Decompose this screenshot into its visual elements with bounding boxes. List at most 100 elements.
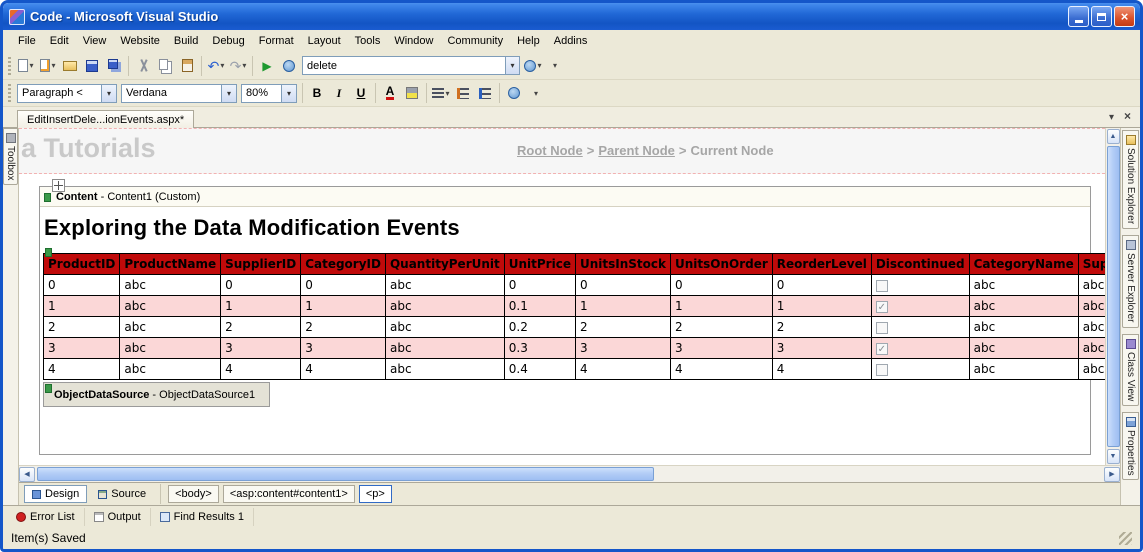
dropdown-icon[interactable]: ▾ <box>51 61 55 70</box>
font-size-value: 80% <box>242 87 281 99</box>
grid-cell: abc <box>1078 275 1105 296</box>
tag-aspcontent-chip[interactable]: <asp:content#content1> <box>223 485 355 503</box>
dropdown-icon[interactable]: ▾ <box>29 61 33 70</box>
find-options-button[interactable]: ▾ <box>522 55 544 77</box>
highlight-button[interactable] <box>401 82 423 104</box>
new-item-button[interactable]: ▾ <box>15 55 37 77</box>
minimize-button[interactable] <box>1068 6 1089 27</box>
align-button[interactable]: ▾ <box>430 82 452 104</box>
italic-button[interactable]: I <box>328 82 350 104</box>
vertical-scroll-thumb[interactable] <box>1107 146 1120 447</box>
menu-item-build[interactable]: Build <box>167 32 205 50</box>
menu-item-format[interactable]: Format <box>252 32 301 50</box>
menu-item-view[interactable]: View <box>76 32 114 50</box>
scroll-up-button[interactable]: ▲ <box>1107 129 1120 144</box>
paste-button[interactable] <box>176 55 198 77</box>
copy-button[interactable] <box>154 55 176 77</box>
side-tab-properties[interactable]: Properties <box>1122 412 1139 481</box>
horizontal-scroll-thumb[interactable] <box>37 467 654 481</box>
content-placeholder[interactable]: Content - Content1 (Custom) Exploring th… <box>39 186 1091 455</box>
bold-button[interactable]: B <box>306 82 328 104</box>
scroll-down-button[interactable]: ▼ <box>1107 449 1120 464</box>
toolbar-gripper[interactable] <box>8 84 11 102</box>
font-name-combo[interactable]: Verdana ▾ <box>121 84 237 103</box>
toolbar-options-button[interactable]: ▾ <box>525 82 547 104</box>
find-combo-dropdown-icon[interactable]: ▾ <box>505 57 519 74</box>
undo-button[interactable]: ↶▾ <box>205 55 227 77</box>
design-view-tab[interactable]: Design <box>24 485 87 503</box>
panel-tab-output[interactable]: Output <box>85 508 151 526</box>
redo-button[interactable]: ↷▾ <box>227 55 249 77</box>
panel-tab-error-list[interactable]: Error List <box>7 508 85 526</box>
view-in-browser-button[interactable] <box>278 55 300 77</box>
content-placeholder-header[interactable]: Content - Content1 (Custom) <box>40 187 1090 207</box>
document-list-dropdown-button[interactable]: ▾ <box>1104 110 1119 125</box>
toolbar-separator <box>128 56 129 76</box>
dropdown-icon[interactable]: ▾ <box>220 61 224 70</box>
horizontal-scrollbar[interactable]: ◀ ▶ <box>19 465 1120 482</box>
menu-item-file[interactable]: File <box>11 32 43 50</box>
checkbox-unchecked-icon[interactable] <box>876 364 888 376</box>
block-format-dropdown-icon[interactable]: ▾ <box>101 85 116 102</box>
toolbar-gripper[interactable] <box>8 57 11 75</box>
start-debugging-button[interactable]: ▶ <box>256 55 278 77</box>
toolbar-options-button[interactable]: ▾ <box>544 55 566 77</box>
checkbox-unchecked-icon[interactable] <box>876 322 888 334</box>
menu-item-help[interactable]: Help <box>510 32 547 50</box>
scroll-left-button[interactable]: ◀ <box>19 467 35 482</box>
menu-item-window[interactable]: Window <box>387 32 440 50</box>
design-surface[interactable]: a Tutorials Root Node>Parent Node>Curren… <box>19 128 1105 465</box>
side-tab-server-explorer[interactable]: Server Explorer <box>1122 235 1139 327</box>
breadcrumb-parent-link[interactable]: Parent Node <box>598 143 675 158</box>
menu-item-community[interactable]: Community <box>440 32 510 50</box>
menu-item-layout[interactable]: Layout <box>301 32 348 50</box>
dropdown-icon[interactable]: ▾ <box>445 89 449 98</box>
open-file-button[interactable] <box>59 55 81 77</box>
dropdown-icon[interactable]: ▾ <box>537 61 541 70</box>
vertical-scrollbar[interactable]: ▲ ▼ <box>1105 128 1120 465</box>
hyperlink-button[interactable] <box>503 82 525 104</box>
add-item-button[interactable]: ▾ <box>37 55 59 77</box>
tag-body-chip[interactable]: <body> <box>168 485 219 503</box>
close-button[interactable]: × <box>1114 6 1135 27</box>
checkbox-checked-icon[interactable]: ✓ <box>876 301 888 313</box>
underline-button[interactable]: U <box>350 82 372 104</box>
document-tab[interactable]: EditInsertDele...ionEvents.aspx* <box>17 110 194 128</box>
tag-p-chip[interactable]: <p> <box>359 485 392 503</box>
menu-item-tools[interactable]: Tools <box>348 32 388 50</box>
save-all-button[interactable] <box>103 55 125 77</box>
save-button[interactable] <box>81 55 103 77</box>
toolbox-tab[interactable]: Toolbox <box>3 128 18 185</box>
titlebar[interactable]: Code - Microsoft Visual Studio × <box>3 3 1140 30</box>
font-size-dropdown-icon[interactable]: ▾ <box>281 85 296 102</box>
dropdown-icon[interactable]: ▾ <box>242 61 246 70</box>
menu-item-website[interactable]: Website <box>113 32 167 50</box>
font-color-button[interactable]: A <box>379 82 401 104</box>
checkbox-unchecked-icon[interactable] <box>876 280 888 292</box>
bullet-list-button[interactable] <box>474 82 496 104</box>
menu-item-debug[interactable]: Debug <box>205 32 251 50</box>
numbered-list-button[interactable] <box>452 82 474 104</box>
gridview-container[interactable]: ProductIDProductNameSupplierIDCategoryID… <box>43 253 1087 380</box>
menu-item-addins[interactable]: Addins <box>547 32 595 50</box>
gridview[interactable]: ProductIDProductNameSupplierIDCategoryID… <box>43 253 1105 380</box>
checkbox-checked-icon[interactable]: ✓ <box>876 343 888 355</box>
font-name-dropdown-icon[interactable]: ▾ <box>221 85 236 102</box>
objectdatasource-control[interactable]: ObjectDataSource - ObjectDataSource1 <box>43 382 270 407</box>
maximize-button[interactable] <box>1091 6 1112 27</box>
block-format-combo[interactable]: Paragraph < ▾ <box>17 84 117 103</box>
side-tab-solution-explorer[interactable]: Solution Explorer <box>1122 130 1139 229</box>
menu-item-edit[interactable]: Edit <box>43 32 76 50</box>
cut-button[interactable] <box>132 55 154 77</box>
scroll-right-button[interactable]: ▶ <box>1104 467 1120 482</box>
font-size-combo[interactable]: 80% ▾ <box>241 84 297 103</box>
find-combo-input[interactable] <box>303 58 505 73</box>
breadcrumb-root-link[interactable]: Root Node <box>517 143 583 158</box>
side-tab-class-view[interactable]: Class View <box>1122 334 1139 406</box>
source-view-tab[interactable]: Source <box>91 486 153 502</box>
move-handle-icon[interactable] <box>52 179 65 192</box>
panel-tab-find-results-1[interactable]: Find Results 1 <box>151 508 254 526</box>
resize-grip-icon[interactable] <box>1119 532 1132 545</box>
close-document-button[interactable]: × <box>1119 107 1136 125</box>
view-switch-bar: Design Source <body><asp:content#content… <box>19 482 1120 505</box>
